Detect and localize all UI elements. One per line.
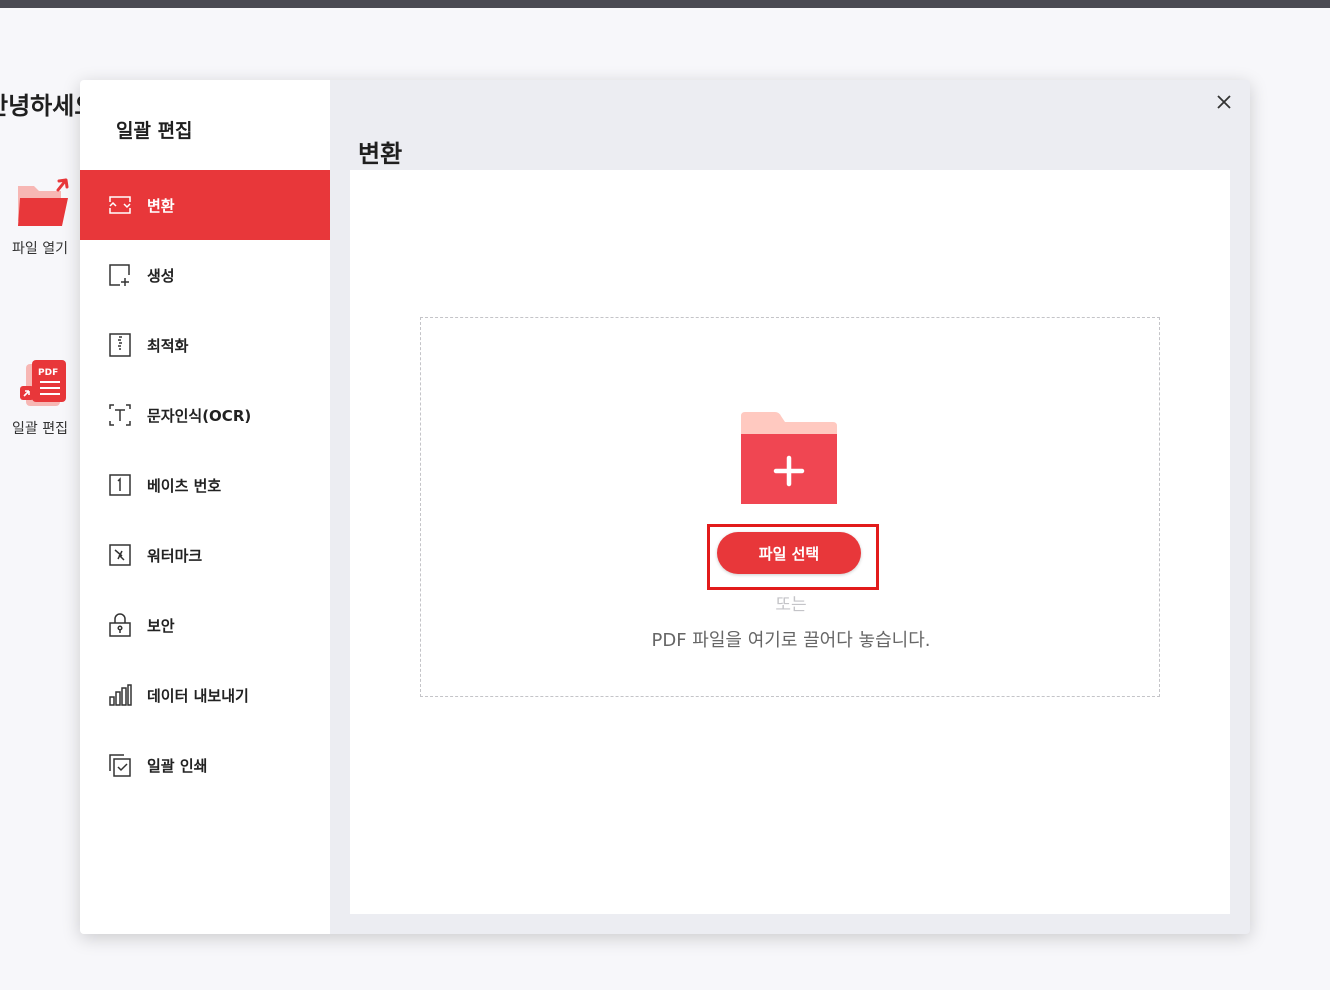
sidebar-menu: 변환 생성 최적화 문자인식(OCR) 베이츠 번호 워터마크 보안 데이터 내… xyxy=(80,170,330,800)
batch-edit-dialog: 일괄 편집 변환 생성 최적화 문자인식(OCR) 베이츠 번호 워터마크 보안… xyxy=(80,80,1250,934)
sidebar-item-optimize[interactable]: 최적화 xyxy=(80,310,330,380)
file-drop-zone[interactable]: 파일 선택 또는 PDF 파일을 여기로 끌어다 놓습니다. xyxy=(420,317,1160,697)
folder-add-icon xyxy=(739,412,839,504)
svg-text:PDF: PDF xyxy=(38,368,58,378)
open-file-shortcut[interactable]: 파일 열기 xyxy=(0,176,80,258)
pdf-batch-icon: PDF xyxy=(8,356,72,412)
create-icon xyxy=(107,262,133,288)
sidebar-item-bates-number[interactable]: 베이츠 번호 xyxy=(80,450,330,520)
sidebar-item-label: 최적화 xyxy=(147,336,189,355)
sidebar-item-data-export[interactable]: 데이터 내보내기 xyxy=(80,660,330,730)
sidebar-item-label: 보안 xyxy=(147,616,175,635)
sidebar-item-create[interactable]: 생성 xyxy=(80,240,330,310)
lock-icon xyxy=(107,612,133,638)
sidebar-item-label: 문자인식(OCR) xyxy=(147,406,252,425)
sidebar-item-batch-print[interactable]: 일괄 인쇄 xyxy=(80,730,330,800)
open-file-label: 파일 열기 xyxy=(12,241,68,257)
convert-icon xyxy=(107,192,133,218)
sidebar-item-convert[interactable]: 변환 xyxy=(80,170,330,240)
close-button[interactable] xyxy=(1212,90,1236,114)
batch-edit-shortcut[interactable]: PDF 일괄 편집 xyxy=(0,356,80,438)
sidebar-item-security[interactable]: 보안 xyxy=(80,590,330,660)
watermark-icon xyxy=(107,542,133,568)
sidebar-item-label: 베이츠 번호 xyxy=(147,476,222,495)
optimize-icon xyxy=(107,332,133,358)
bar-chart-icon xyxy=(107,682,133,708)
bates-number-icon xyxy=(107,472,133,498)
sidebar-item-label: 데이터 내보내기 xyxy=(147,686,249,705)
page-title: 변환 xyxy=(358,140,403,168)
sidebar-item-label: 생성 xyxy=(147,266,175,285)
select-file-button[interactable]: 파일 선택 xyxy=(717,532,861,574)
or-text: 또는 xyxy=(775,595,807,615)
drop-hint-text: PDF 파일을 여기로 끌어다 놓습니다. xyxy=(651,630,931,651)
print-icon xyxy=(107,752,133,778)
sidebar-item-label: 워터마크 xyxy=(147,546,203,565)
folder-open-icon xyxy=(8,176,72,232)
close-icon xyxy=(1217,95,1231,109)
batch-edit-label: 일괄 편집 xyxy=(12,421,68,437)
window-top-bar xyxy=(0,0,1330,8)
sidebar-item-label: 일괄 인쇄 xyxy=(147,756,208,775)
dialog-sidebar: 일괄 편집 변환 생성 최적화 문자인식(OCR) 베이츠 번호 워터마크 보안… xyxy=(80,80,330,934)
sidebar-item-ocr[interactable]: 문자인식(OCR) xyxy=(80,380,330,450)
main-content-panel: 파일 선택 또는 PDF 파일을 여기로 끌어다 놓습니다. xyxy=(350,170,1230,914)
sidebar-item-label: 변환 xyxy=(147,196,175,215)
ocr-icon xyxy=(107,402,133,428)
sidebar-item-watermark[interactable]: 워터마크 xyxy=(80,520,330,590)
sidebar-title: 일괄 편집 xyxy=(116,120,193,142)
